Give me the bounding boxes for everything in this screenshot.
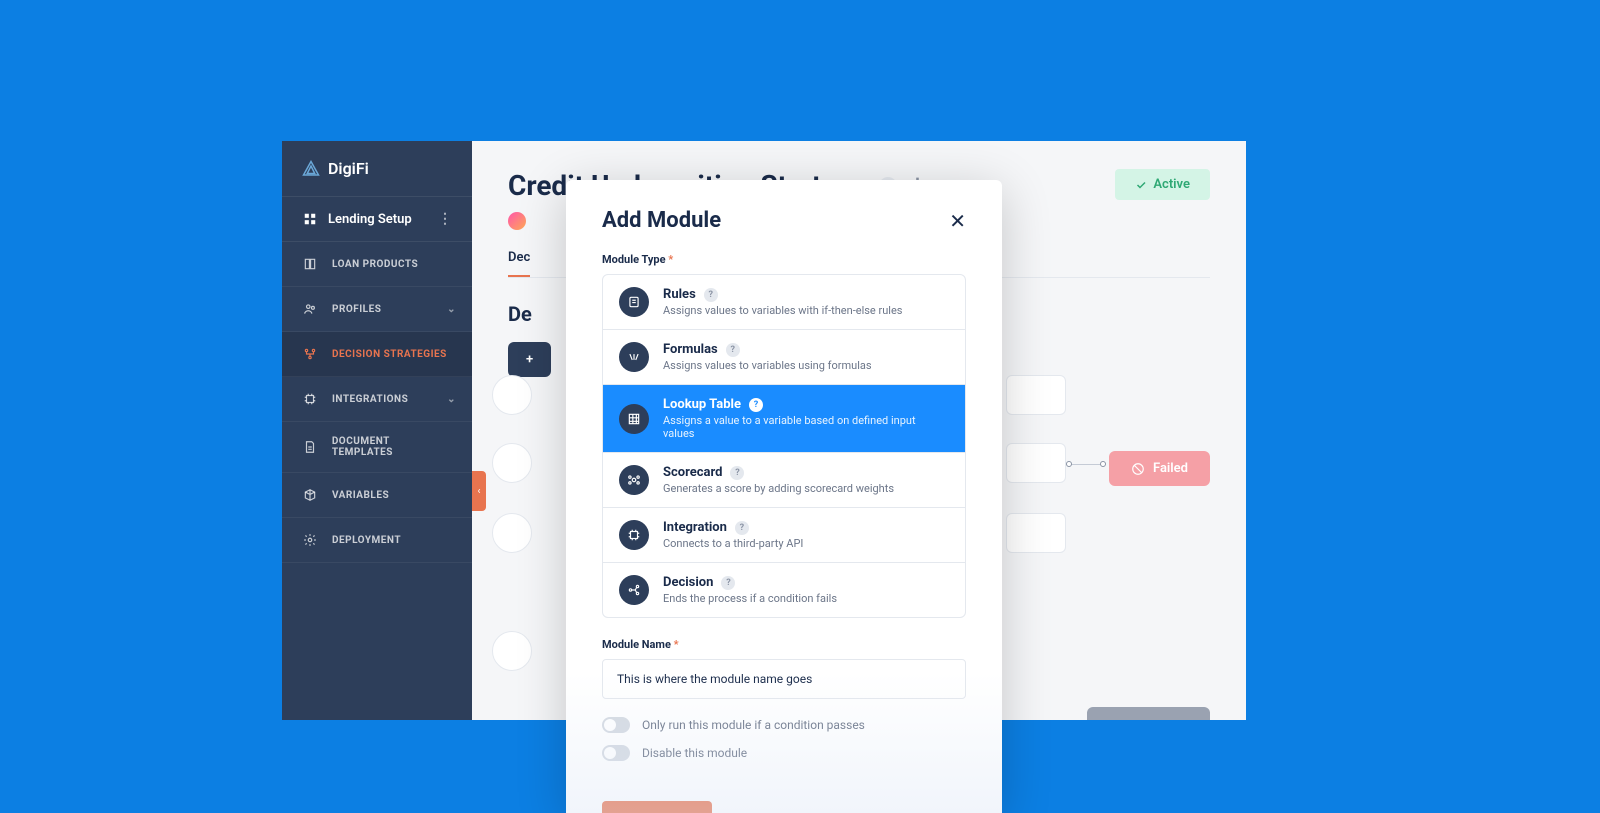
help-icon[interactable]: ? (726, 343, 740, 357)
module-name-input[interactable] (602, 659, 966, 699)
type-icon (619, 575, 649, 605)
flow-card[interactable] (492, 443, 532, 483)
doc-icon (302, 439, 318, 455)
logo-icon (302, 160, 320, 178)
toggle-disable-row[interactable]: Disable this module (602, 745, 966, 761)
connector-dot (1100, 461, 1106, 467)
flow-card[interactable] (1006, 513, 1066, 553)
chevron-down-icon: ⌄ (447, 394, 456, 405)
sidebar-item-label: DECISION STRATEGIES (332, 349, 447, 360)
module-type-label: Module Type * (602, 253, 966, 266)
chip-icon (302, 391, 318, 407)
flow-card[interactable] (492, 631, 532, 671)
type-name: Lookup Table (663, 397, 741, 412)
status-badge: Active (1115, 169, 1210, 200)
cube-icon (302, 487, 318, 503)
sidebar-section-header[interactable]: Lending Setup ⋮ (282, 196, 472, 242)
more-icon[interactable]: ⋮ (438, 212, 452, 226)
module-name-label: Module Name * (602, 638, 966, 651)
connector-dot (1066, 461, 1072, 467)
avatar (508, 212, 526, 230)
connector (1068, 464, 1104, 465)
flow-card[interactable] (492, 513, 532, 553)
type-desc: Assigns values to variables with if-then… (663, 304, 949, 317)
type-name: Integration (663, 520, 727, 535)
failed-label: Failed (1153, 461, 1188, 476)
sidebar-item-variables[interactable]: VARIABLES (282, 473, 472, 518)
help-icon[interactable]: ? (721, 576, 735, 590)
users-icon (302, 301, 318, 317)
type-icon (619, 520, 649, 550)
sidebar-item-label: DOCUMENT TEMPLATES (332, 436, 452, 458)
tab-decision[interactable]: Dec (508, 250, 530, 277)
failed-pill[interactable]: Failed (1109, 451, 1210, 486)
sidebar-item-label: DEPLOYMENT (332, 535, 401, 546)
module-type-rules[interactable]: Rules ? Assigns values to variables with… (603, 275, 965, 330)
chevron-down-icon: ⌄ (447, 304, 456, 315)
type-icon (619, 465, 649, 495)
sidebar-item-decision-strategies[interactable]: DECISION STRATEGIES (282, 332, 472, 377)
gear-icon (302, 532, 318, 548)
type-name: Formulas (663, 342, 718, 357)
type-name: Scorecard (663, 465, 722, 480)
flow-card[interactable] (1006, 375, 1066, 415)
module-type-scorecard[interactable]: Scorecard ? Generates a score by adding … (603, 453, 965, 508)
sidebar-item-label: INTEGRATIONS (332, 394, 408, 405)
sidebar-item-label: PROFILES (332, 304, 381, 315)
data-api-pill[interactable]: Data API (1087, 707, 1210, 720)
toggle-condition-label: Only run this module if a condition pass… (642, 718, 865, 732)
toggle-condition-row[interactable]: Only run this module if a condition pass… (602, 717, 966, 733)
sidebar-item-label: LOAN PRODUCTS (332, 259, 418, 270)
add-module-modal: Add Module ✕ Module Type * Rules ? Assig… (566, 180, 1002, 813)
module-type-list: Rules ? Assigns values to variables with… (602, 274, 966, 618)
sidebar: DigiFi Lending Setup ⋮ LOAN PRODUCTS PROF… (282, 141, 472, 720)
module-type-decision[interactable]: Decision ? Ends the process if a conditi… (603, 563, 965, 617)
add-button[interactable]: + (508, 342, 551, 377)
toggle-condition[interactable] (602, 717, 630, 733)
status-label: Active (1153, 177, 1190, 192)
type-icon (619, 404, 649, 434)
type-desc: Ends the process if a condition fails (663, 592, 949, 605)
help-icon[interactable]: ? (749, 398, 763, 412)
sidebar-item-deployment[interactable]: DEPLOYMENT (282, 518, 472, 563)
module-type-formulas[interactable]: Formulas ? Assigns values to variables u… (603, 330, 965, 385)
toggle-disable[interactable] (602, 745, 630, 761)
type-desc: Assigns values to variables using formul… (663, 359, 949, 372)
check-icon (1135, 179, 1147, 191)
help-icon[interactable]: ? (730, 466, 744, 480)
sidebar-item-loan-products[interactable]: LOAN PRODUCTS (282, 242, 472, 287)
flow-card[interactable] (492, 375, 532, 415)
book-icon (302, 256, 318, 272)
modal-title: Add Module (602, 208, 721, 233)
grid-icon (302, 211, 318, 227)
sidebar-header-label: Lending Setup (328, 212, 438, 227)
flow-icon (302, 346, 318, 362)
sidebar-item-label: VARIABLES (332, 490, 389, 501)
flow-card[interactable] (1006, 443, 1066, 483)
help-icon[interactable]: ? (735, 521, 749, 535)
type-icon (619, 342, 649, 372)
close-icon[interactable]: ✕ (949, 209, 966, 233)
help-icon[interactable]: ? (704, 288, 718, 302)
type-desc: Connects to a third-party API (663, 537, 949, 550)
type-desc: Generates a score by adding scorecard we… (663, 482, 949, 495)
sidebar-item-integrations[interactable]: INTEGRATIONS ⌄ (282, 377, 472, 422)
brand-name: DigiFi (328, 159, 369, 178)
type-name: Rules (663, 287, 696, 302)
modal-header: Add Module ✕ (602, 208, 966, 233)
collapse-sidebar-button[interactable]: ‹ (472, 471, 486, 511)
brand-logo: DigiFi (282, 141, 472, 196)
type-name: Decision (663, 575, 713, 590)
module-type-lookup-table[interactable]: Lookup Table ? Assigns a value to a vari… (603, 385, 965, 453)
toggle-disable-label: Disable this module (642, 746, 747, 760)
sidebar-item-profiles[interactable]: PROFILES ⌄ (282, 287, 472, 332)
ban-icon (1131, 462, 1145, 476)
submit-button[interactable] (602, 801, 712, 813)
sidebar-item-document-templates[interactable]: DOCUMENT TEMPLATES (282, 422, 472, 473)
type-icon (619, 287, 649, 317)
type-desc: Assigns a value to a variable based on d… (663, 414, 949, 440)
module-type-integration[interactable]: Integration ? Connects to a third-party … (603, 508, 965, 563)
